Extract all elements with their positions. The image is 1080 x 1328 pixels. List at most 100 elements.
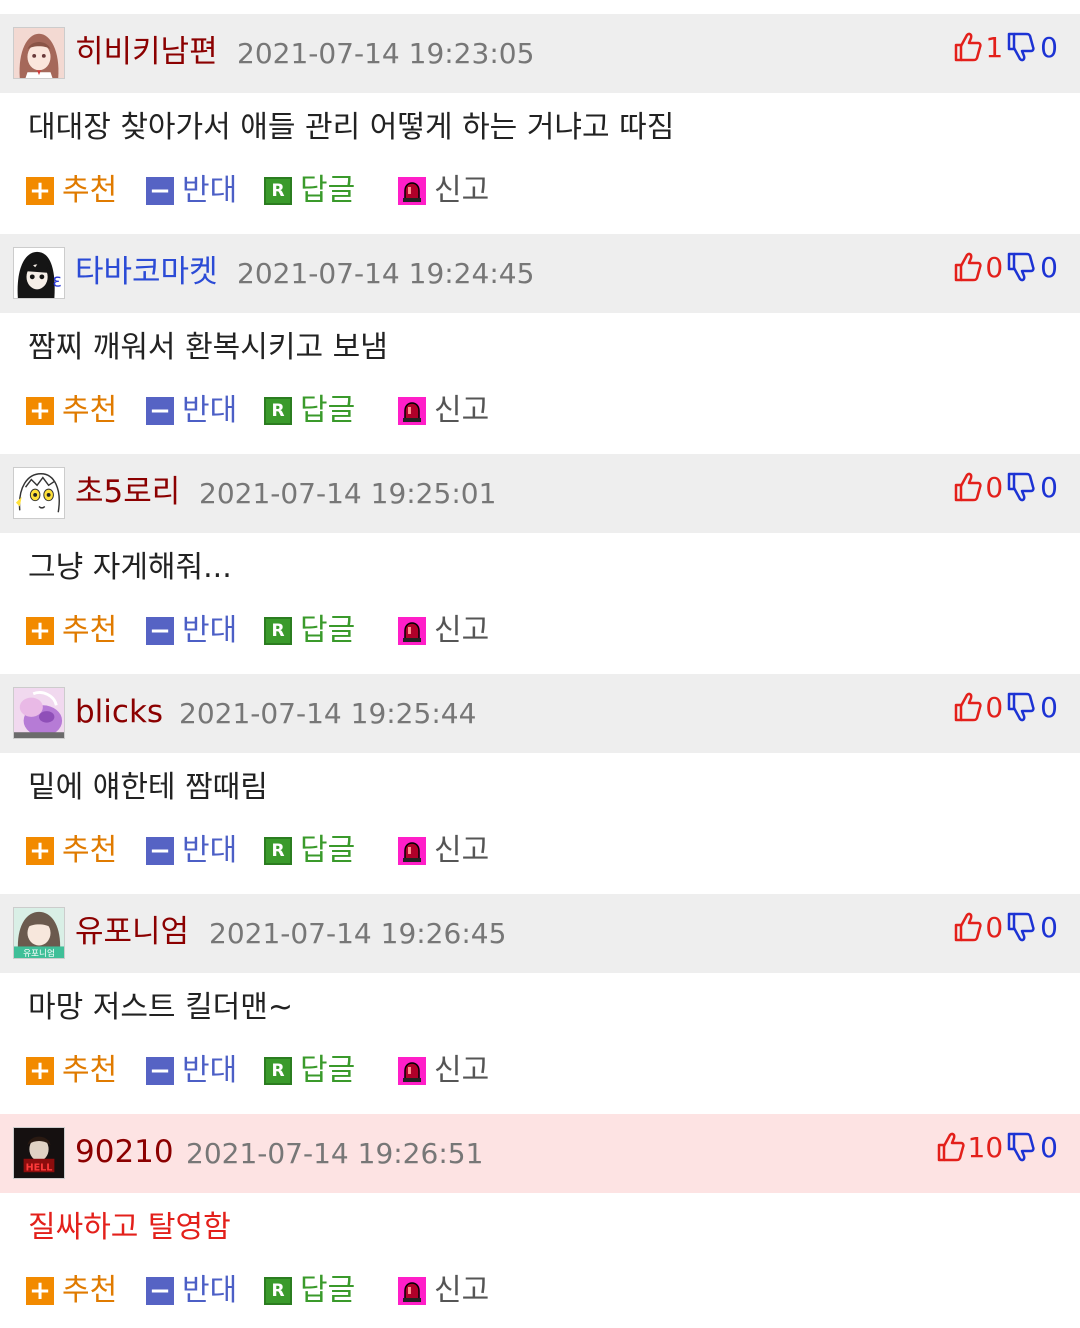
- minus-icon: −: [146, 1057, 174, 1085]
- oppose-button[interactable]: − 반대: [146, 831, 237, 871]
- top-spacer: [0, 0, 1080, 14]
- report-label: 신고: [434, 173, 490, 208]
- thumbs-up-icon: [955, 912, 982, 942]
- oppose-button[interactable]: − 반대: [146, 1051, 237, 1091]
- comment-list-page: 히비키남편 2021-07-14 19:23:05 1 0 대대장 찾아가서 애…: [0, 0, 1080, 1328]
- thumbs-down-icon: [1007, 252, 1035, 282]
- downvote-count: 0: [1040, 690, 1058, 724]
- reply-icon: R: [264, 837, 292, 865]
- minus-icon: −: [146, 1277, 174, 1305]
- comment-date: 2021-07-14 19:25:44: [179, 697, 477, 730]
- upvote-count: 1: [985, 30, 1004, 64]
- recommend-button[interactable]: + 추천: [26, 391, 117, 431]
- reply-label: 답글: [300, 1053, 356, 1088]
- user-avatar[interactable]: ɛ: [13, 247, 65, 299]
- reply-label: 답글: [300, 613, 356, 648]
- svg-text:HELL: HELL: [26, 1162, 53, 1173]
- thumbs-down-icon: [1007, 472, 1035, 502]
- minus-icon: −: [146, 617, 174, 645]
- reply-icon: R: [264, 397, 292, 425]
- recommend-button[interactable]: + 추천: [26, 171, 117, 211]
- green-character-avatar-icon: 유포니엄: [14, 908, 64, 958]
- recommend-label: 추천: [62, 613, 118, 648]
- comment-item: ɛ 타바코마켓 2021-07-14 19:24:45 0 0 짬찌 깨워서 환…: [0, 234, 1080, 454]
- user-avatar[interactable]: [13, 467, 65, 519]
- comment-header: 히비키남편 2021-07-14 19:23:05 1 0: [0, 14, 1080, 93]
- comment-actions: + 추천 − 반대 R 답글 신고: [0, 383, 1080, 454]
- oppose-label: 반대: [182, 1053, 238, 1088]
- comment-text: 대대장 찾아가서 애들 관리 어떻게 하는 거냐고 따짐: [28, 110, 675, 145]
- vote-counter: 0 0: [953, 469, 1058, 505]
- thumbs-down-icon: [1007, 1132, 1035, 1162]
- report-button[interactable]: 신고: [398, 611, 489, 651]
- reply-button[interactable]: R 답글: [264, 611, 355, 651]
- comment-nickname[interactable]: 90210: [75, 1132, 174, 1172]
- reply-icon: R: [264, 1057, 292, 1085]
- comment-date: 2021-07-14 19:24:45: [237, 257, 535, 290]
- comment-nickname[interactable]: blicks: [75, 692, 163, 732]
- report-label: 신고: [434, 393, 490, 428]
- reply-button[interactable]: R 답글: [264, 391, 355, 431]
- red-dark-avatar-icon: HELL: [14, 1128, 64, 1178]
- oppose-label: 반대: [182, 393, 238, 428]
- report-label: 신고: [434, 1053, 490, 1088]
- upvote-count: 10: [967, 1130, 1004, 1164]
- recommend-button[interactable]: + 추천: [26, 1271, 117, 1311]
- vote-counter: 0 0: [953, 689, 1058, 725]
- comment-actions: + 추천 − 반대 R 답글 신고: [0, 1043, 1080, 1114]
- downvote-count: 0: [1040, 910, 1058, 944]
- comment-actions: + 추천 − 반대 R 답글 신고: [0, 823, 1080, 894]
- user-avatar[interactable]: HELL: [13, 1127, 65, 1179]
- reply-button[interactable]: R 답글: [264, 1271, 355, 1311]
- recommend-button[interactable]: + 추천: [26, 611, 117, 651]
- recommend-button[interactable]: + 추천: [26, 1051, 117, 1091]
- oppose-button[interactable]: − 반대: [146, 1271, 237, 1311]
- comment-actions: + 추천 − 반대 R 답글 신고: [0, 163, 1080, 234]
- user-avatar[interactable]: 유포니엄: [13, 907, 65, 959]
- reply-button[interactable]: R 답글: [264, 831, 355, 871]
- report-button[interactable]: 신고: [398, 831, 489, 871]
- dark-hair-character-avatar-icon: ɛ: [14, 248, 64, 298]
- reply-icon: R: [264, 177, 292, 205]
- report-button[interactable]: 신고: [398, 171, 489, 211]
- comment-item: 초5로리 2021-07-14 19:25:01 0 0 그냥 자게해줘... …: [0, 454, 1080, 674]
- comment-nickname[interactable]: 히비키남편: [75, 32, 218, 72]
- svg-text:유포니엄: 유포니엄: [23, 947, 55, 958]
- reply-label: 답글: [300, 393, 356, 428]
- comment-date: 2021-07-14 19:26:51: [186, 1137, 484, 1170]
- report-button[interactable]: 신고: [398, 391, 489, 431]
- thumbs-up-icon: [955, 472, 982, 502]
- plus-icon: +: [26, 617, 54, 645]
- recommend-label: 추천: [62, 1273, 118, 1308]
- recommend-label: 추천: [62, 393, 118, 428]
- comment-header: ɛ 타바코마켓 2021-07-14 19:24:45 0 0: [0, 234, 1080, 313]
- comment-nickname[interactable]: 유포니엄: [75, 912, 189, 952]
- minus-icon: −: [146, 397, 174, 425]
- comment-header: 초5로리 2021-07-14 19:25:01 0 0: [0, 454, 1080, 533]
- recommend-label: 추천: [62, 1053, 118, 1088]
- siren-icon: [398, 1277, 426, 1305]
- comment-nickname[interactable]: 초5로리: [75, 472, 180, 512]
- comment-text: 그냥 자게해줘...: [28, 550, 232, 585]
- reply-button[interactable]: R 답글: [264, 1051, 355, 1091]
- thumbs-up-icon: [955, 252, 982, 282]
- report-button[interactable]: 신고: [398, 1271, 489, 1311]
- siren-icon: [398, 617, 426, 645]
- comment-date: 2021-07-14 19:26:45: [209, 917, 507, 950]
- vote-counter: 0 0: [953, 249, 1058, 285]
- anime-girl-avatar-icon: [14, 28, 64, 78]
- user-avatar[interactable]: [13, 27, 65, 79]
- thumbs-up-icon: [955, 692, 982, 722]
- reply-button[interactable]: R 답글: [264, 171, 355, 211]
- report-button[interactable]: 신고: [398, 1051, 489, 1091]
- user-avatar[interactable]: [13, 687, 65, 739]
- oppose-button[interactable]: − 반대: [146, 171, 237, 211]
- comment-nickname[interactable]: 타바코마켓: [75, 252, 218, 292]
- recommend-button[interactable]: + 추천: [26, 831, 117, 871]
- comment-item: 유포니엄 유포니엄 2021-07-14 19:26:45 0 0 마망 저스트…: [0, 894, 1080, 1114]
- comment-actions: + 추천 − 반대 R 답글 신고: [0, 603, 1080, 674]
- oppose-button[interactable]: − 반대: [146, 391, 237, 431]
- report-label: 신고: [434, 1273, 490, 1308]
- thumbs-down-icon: [1007, 912, 1035, 942]
- oppose-button[interactable]: − 반대: [146, 611, 237, 651]
